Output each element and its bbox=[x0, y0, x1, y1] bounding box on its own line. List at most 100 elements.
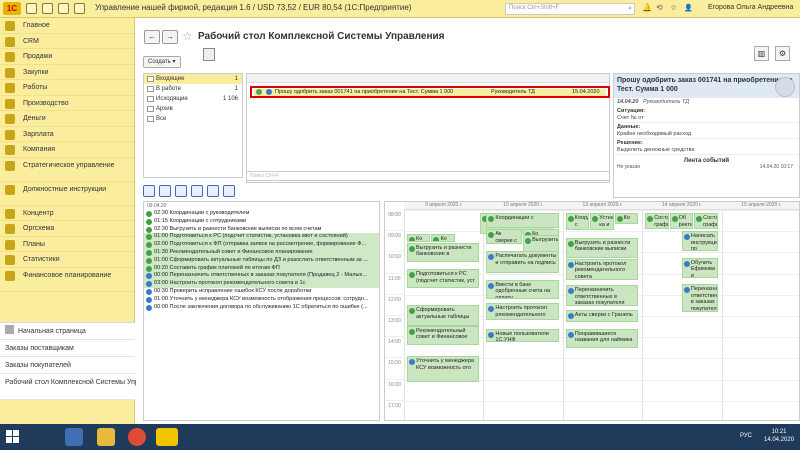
sidebar-item[interactable]: Статистики bbox=[0, 252, 134, 268]
sidebar-item[interactable]: Финансовое планирование bbox=[0, 268, 134, 292]
calendar-event[interactable]: Настроить протокол рекомендательного сов… bbox=[565, 258, 639, 280]
printer-icon[interactable] bbox=[203, 48, 215, 61]
new-task-icon[interactable] bbox=[158, 185, 171, 197]
nav-forward-button[interactable]: → bbox=[162, 30, 178, 44]
table-row[interactable]: Прошу одобрить заказ 001741 на приобрете… bbox=[250, 86, 610, 98]
prev-icon[interactable] bbox=[143, 185, 155, 197]
calendar-event[interactable]: Сформировать актуальные таблицы bbox=[407, 305, 480, 326]
back-icon[interactable] bbox=[58, 3, 69, 14]
list-item[interactable]: 01:00 Сформировать актуальные таблицы по… bbox=[144, 256, 379, 265]
search-icon[interactable]: ⌕ bbox=[628, 5, 632, 13]
refresh-icon[interactable] bbox=[190, 185, 203, 197]
calendar-event[interactable]: Ак сверки с bbox=[486, 229, 523, 244]
calendar-event[interactable]: Ко bbox=[407, 234, 431, 242]
task-search-input[interactable]: Поиск Ctrl+F bbox=[246, 171, 610, 181]
calendar-event[interactable]: Уточнить у менеджера КСУ возможность ото bbox=[407, 356, 480, 382]
calendar-event[interactable]: Ко динации bbox=[431, 234, 455, 242]
chart-icon[interactable]: ▥ bbox=[754, 46, 770, 61]
calendar-event[interactable]: Переназначить ответственных в заказах по… bbox=[681, 284, 718, 312]
sidebar-item[interactable]: Должностные инструкции bbox=[0, 182, 134, 206]
event-feed-row[interactable]: Не указан 14.04.20 10:17 bbox=[614, 164, 799, 171]
calendar-event[interactable]: Координации с bbox=[486, 213, 559, 228]
calendar-event[interactable]: Новые пользователи 1С:УНФ bbox=[486, 328, 559, 343]
app-icon[interactable] bbox=[65, 428, 83, 446]
calendar-event[interactable]: Выгрузить и разнести банковские выписки bbox=[565, 237, 639, 258]
nav-back-button[interactable]: ← bbox=[144, 30, 160, 44]
list-item[interactable]: Архив bbox=[144, 104, 242, 114]
list-item[interactable]: 01:00 Уточнить у менеджера КСУ возможнос… bbox=[144, 296, 379, 304]
calendar-event[interactable]: Составить график bbox=[645, 213, 669, 230]
windows-start-icon[interactable] bbox=[6, 430, 20, 444]
forward-icon[interactable] bbox=[74, 3, 85, 14]
favorite-star-icon[interactable]: ☆ bbox=[182, 29, 193, 43]
sidebar-item[interactable]: Деньги bbox=[0, 111, 134, 127]
history-icon[interactable]: ⟲ bbox=[656, 3, 663, 12]
sidebar-item[interactable]: Зарплата bbox=[0, 127, 134, 142]
sidebar-item[interactable]: Закупки bbox=[0, 65, 134, 80]
list-item[interactable]: 02:30 Выгрузить и разнести банковские вы… bbox=[144, 226, 379, 234]
sidebar-item[interactable]: Компания bbox=[0, 142, 134, 158]
sidebar-item[interactable]: Главное bbox=[0, 18, 134, 34]
list-item[interactable]: В работе 1 bbox=[144, 84, 242, 94]
1c-app-icon[interactable] bbox=[156, 428, 178, 446]
sidebar-item[interactable]: Концентр bbox=[0, 206, 134, 221]
calendar-event[interactable]: Написать инструкцию по утверждению заяво… bbox=[681, 231, 718, 252]
list-item[interactable]: 01:15 Координации с сотрудниками bbox=[144, 218, 379, 226]
calendar-day-header[interactable]: 9 апреля 2020 г. bbox=[404, 202, 484, 210]
sidebar-item[interactable]: CRM bbox=[0, 34, 134, 49]
calendar-event[interactable]: Акты сверки с Гранель bbox=[565, 309, 639, 323]
list-item[interactable]: 01:30 Рекомендательный совет и Финансово… bbox=[144, 248, 379, 257]
settings-icon[interactable] bbox=[222, 185, 235, 197]
input-language[interactable]: РУС bbox=[740, 433, 752, 439]
calendar-event[interactable]: Выгрузить bbox=[523, 235, 559, 253]
folder-icon[interactable] bbox=[97, 428, 115, 446]
sidebar-item[interactable]: Продажи bbox=[0, 49, 134, 65]
calendar-day-header[interactable]: 15 апреля 2020 г. bbox=[721, 202, 799, 210]
open-window-link[interactable]: Начальная страница bbox=[0, 323, 135, 340]
sidebar-item[interactable]: Производство bbox=[0, 96, 134, 111]
clock[interactable]: 10:21 14.04.2020 bbox=[764, 428, 794, 444]
calendar-event[interactable]: Выгрузить и разнести банковские в bbox=[407, 242, 480, 262]
next-icon[interactable] bbox=[174, 185, 187, 197]
list-item[interactable]: 02:00 Подготовиться к ФП (отправка заяво… bbox=[144, 241, 379, 249]
calendar-event[interactable]: Составить график bbox=[694, 213, 718, 230]
sidebar-item[interactable]: Работы bbox=[0, 80, 134, 96]
user-icon[interactable]: 👤 bbox=[684, 4, 693, 12]
home-icon[interactable] bbox=[42, 3, 53, 14]
star-icon[interactable]: ☆ bbox=[670, 3, 677, 12]
chrome-icon[interactable] bbox=[128, 428, 146, 446]
global-search-input[interactable]: Поиск Ctrl+Shift+F ⌕ bbox=[505, 3, 635, 15]
calendar-event[interactable]: Об ректи bbox=[669, 213, 694, 230]
calendar-event[interactable]: Ко bbox=[614, 213, 639, 224]
calendar-day-header[interactable]: 13 апреля 2020 г. bbox=[562, 202, 643, 210]
list-item[interactable]: 03:00 Настроить протокол рекомендательно… bbox=[144, 280, 379, 288]
calendar-event[interactable]: Обучить Ефимова и Малыхину вводу заявок … bbox=[681, 257, 718, 278]
calendar-event[interactable]: Координации с bbox=[565, 213, 590, 231]
calendar-event[interactable]: Устная ка и подыски bbox=[590, 213, 614, 231]
calendar-event[interactable]: Подготовиться к РС (подсчет статистик, у… bbox=[407, 269, 480, 289]
create-button[interactable]: Создать ▾ bbox=[143, 56, 181, 68]
sidebar-item[interactable]: Стратегическое управление bbox=[0, 158, 134, 182]
calendar-event[interactable]: Рекомендательный совет и Финансовое bbox=[407, 325, 480, 345]
calendar-event[interactable]: Переназначить ответственных в заказах по… bbox=[565, 285, 639, 307]
list-item[interactable]: 00:00 После заключения договора по обслу… bbox=[144, 304, 379, 312]
sidebar-item[interactable]: Оргсхема bbox=[0, 221, 134, 237]
open-window-link[interactable]: Рабочий стол Комплексной Системы Управле… bbox=[0, 374, 166, 400]
open-window-link[interactable]: Заказы поставщикам bbox=[0, 340, 135, 357]
calendar-event[interactable]: Ввести в банк одобренные счета на оплату bbox=[486, 279, 559, 300]
calendar-day-header[interactable]: 10 апреля 2020 г. bbox=[483, 202, 563, 210]
sidebar-item[interactable]: Планы bbox=[0, 237, 134, 252]
filter-icon[interactable] bbox=[206, 185, 219, 197]
list-item[interactable]: Исходящие 1 106 bbox=[144, 94, 242, 104]
list-item[interactable]: 00:00 Переназначить ответственных в зака… bbox=[144, 272, 379, 281]
settings-icon[interactable]: ⚙ bbox=[775, 46, 790, 61]
list-item[interactable]: 00:30 Проверить исправление ошибок КСУ п… bbox=[144, 288, 379, 296]
list-item[interactable]: 02:30 Координации с руководителем bbox=[144, 210, 379, 218]
list-item[interactable]: Все bbox=[144, 114, 242, 124]
menu-icon[interactable] bbox=[26, 3, 37, 14]
list-item[interactable]: 00:20 Составить график платежей по итога… bbox=[144, 264, 379, 273]
calendar-event[interactable]: Настроить протокол рекомендательного сов… bbox=[486, 303, 559, 321]
calendar-event[interactable]: Понравившиеся названия для наймика bbox=[565, 328, 639, 348]
calendar-event[interactable]: Распечатать документы и отправить на под… bbox=[486, 251, 559, 273]
bell-icon[interactable]: 🔔 bbox=[642, 3, 652, 12]
